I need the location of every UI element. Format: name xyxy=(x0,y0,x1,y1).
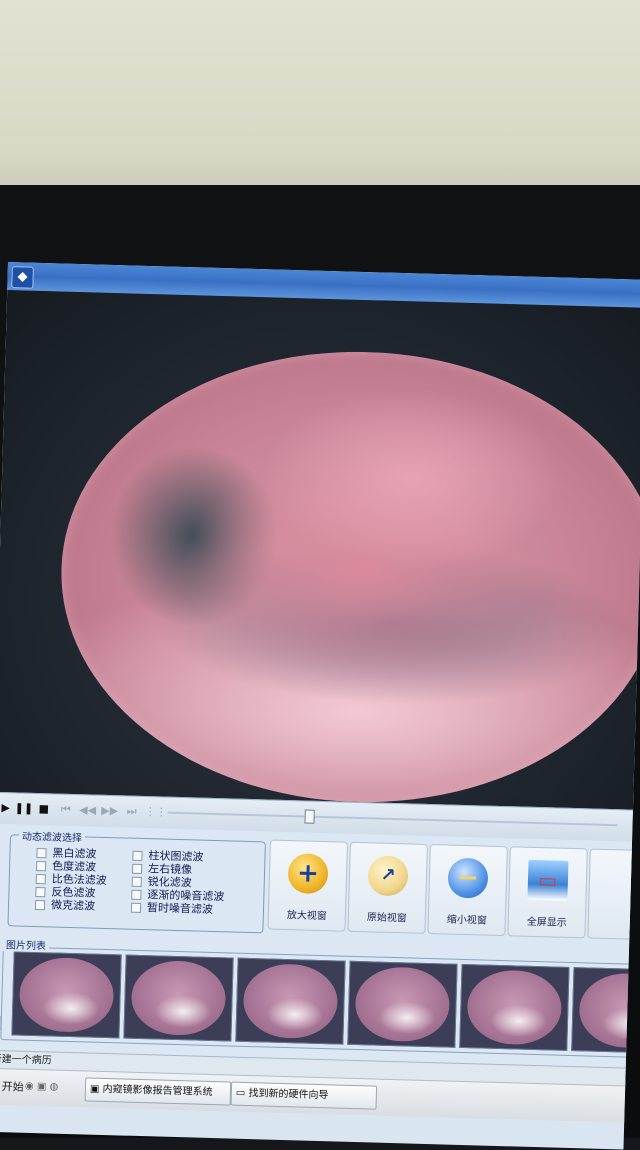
original-view-icon: ↗ xyxy=(367,855,409,897)
start-label: 开始 xyxy=(1,1080,24,1094)
zoom-out-icon: − xyxy=(447,857,489,899)
endoscope-video-view xyxy=(0,289,640,810)
thumbnail-image xyxy=(130,959,227,1037)
play-icon[interactable]: ▶ xyxy=(0,799,15,817)
endoscope-image xyxy=(55,343,640,810)
rewind-icon[interactable]: ◀◀ xyxy=(78,801,96,819)
skip-start-icon[interactable]: ⏮ xyxy=(56,801,74,819)
stop-icon[interactable]: ■ xyxy=(34,800,52,818)
thumbnail-image xyxy=(466,969,563,1046)
filter-column-right: 柱状图滤波 左右镜像 锐化滤波 逐渐的噪音滤波 暂时噪音滤波 xyxy=(130,847,255,916)
pause-icon[interactable]: ❚❚ xyxy=(14,799,34,817)
original-view-button[interactable]: ↗ 原始视窗 xyxy=(347,841,428,934)
original-view-label: 原始视窗 xyxy=(366,912,407,925)
app-taskbar-icon: ▣ xyxy=(89,1083,103,1095)
seek-slider-thumb[interactable] xyxy=(304,809,315,824)
zoom-in-icon: + xyxy=(287,853,329,895)
forward-icon[interactable]: ▶▶ xyxy=(100,802,118,820)
thumbnail-frame xyxy=(0,946,640,1059)
zoom-in-button[interactable]: + 放大视窗 xyxy=(267,839,348,932)
thumbnail-item[interactable] xyxy=(123,954,234,1042)
status-text: 新建一个病历 xyxy=(0,1053,52,1067)
frame-icon[interactable]: ⋮⋮ xyxy=(144,803,167,821)
thumbnail-item[interactable] xyxy=(11,951,122,1039)
monitor-screen: ◆ ▶ ❚❚ ■ ⏮ ◀◀ ▶▶ ⏭ ⋮⋮ 动态滤波选择 黑白滤波 色度滤波 比… xyxy=(0,262,640,1150)
thumbnail-image xyxy=(18,956,115,1034)
thumbnail-legend: 图片列表 xyxy=(2,936,50,953)
seek-slider[interactable] xyxy=(167,811,618,827)
background-wall xyxy=(0,0,640,215)
thumbnail-image xyxy=(354,966,451,1043)
fullscreen-button[interactable]: ▭ 全屏显示 xyxy=(507,846,588,939)
filter-group: 动态滤波选择 黑白滤波 色度滤波 比色法滤波 反色滤波 微克滤波 柱状图滤波 左… xyxy=(7,827,266,934)
checkbox-icon[interactable] xyxy=(130,902,142,913)
fullscreen-icon: ▭ xyxy=(527,859,569,901)
filter-group-legend: 动态滤波选择 xyxy=(18,827,86,845)
checkbox-icon[interactable] xyxy=(34,900,46,911)
zoom-out-button[interactable]: − 缩小视窗 xyxy=(427,844,508,937)
quick-launch-icons[interactable]: ◉ ▣ ◍ xyxy=(25,1078,81,1098)
zoom-out-label: 缩小视窗 xyxy=(446,914,487,927)
fullscreen-label: 全屏显示 xyxy=(526,916,567,929)
thumbnail-item[interactable] xyxy=(459,963,570,1051)
thumbnail-item[interactable] xyxy=(347,960,458,1048)
zoom-in-label: 放大视窗 xyxy=(286,910,327,923)
wizard-taskbar-icon: ▭ xyxy=(235,1087,249,1100)
thumbnail-strip: 图片列表 ◀ xyxy=(0,936,640,1068)
taskbar-item-hardware-wizard[interactable]: ▭ 找到新的硬件向导 xyxy=(230,1081,378,1110)
app-icon[interactable]: ◆ xyxy=(11,266,34,289)
tool-panel: 动态滤波选择 黑白滤波 色度滤波 比色法滤波 反色滤波 微克滤波 柱状图滤波 左… xyxy=(0,823,640,960)
skip-end-icon[interactable]: ⏭ xyxy=(122,802,140,820)
filter-option[interactable]: 暂时噪音滤波 xyxy=(130,899,253,916)
thumbnail-image xyxy=(242,962,339,1040)
thumbnail-item[interactable] xyxy=(235,957,346,1045)
taskbar-item-endoscope-app[interactable]: ▣ 内窥镜影像报告管理系统 xyxy=(84,1077,232,1106)
